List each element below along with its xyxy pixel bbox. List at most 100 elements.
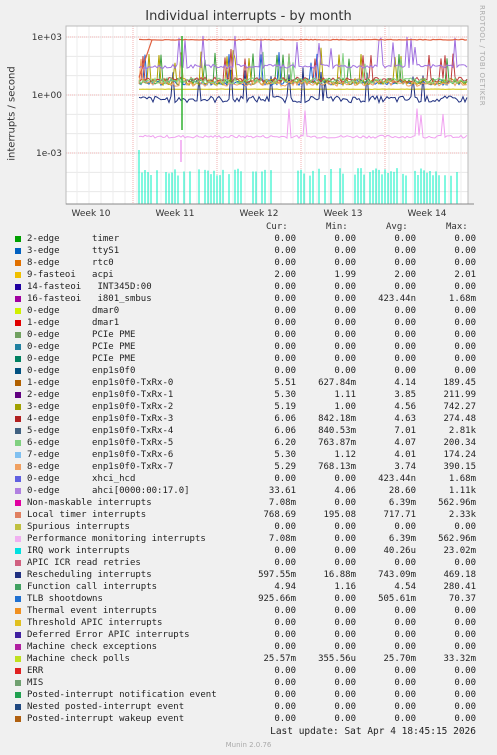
legend-label: Machine check polls xyxy=(27,654,130,664)
last-update: Last update: Sat Apr 4 18:45:15 2026 xyxy=(270,726,476,737)
legend-max: 0.00 xyxy=(454,678,476,688)
legend-max: 70.37 xyxy=(448,594,476,604)
legend-swatch xyxy=(15,308,21,314)
legend-swatch xyxy=(15,284,21,290)
y-tick-label: 1e+00 xyxy=(32,91,63,101)
legend-label: Performance monitoring interrupts xyxy=(27,534,206,544)
legend-swatch xyxy=(15,416,21,422)
legend-max: 274.48 xyxy=(443,414,476,424)
legend-label: 0-edge enp1s0f0 xyxy=(27,366,136,376)
legend-max: 0.00 xyxy=(454,702,476,712)
legend-max: 0.00 xyxy=(454,618,476,628)
legend-swatch xyxy=(15,668,21,674)
legend-label: Deferred Error APIC interrupts xyxy=(27,630,190,640)
legend-max: 0.00 xyxy=(454,246,476,256)
legend-max: 2.33k xyxy=(448,510,476,520)
legend-max: 2.01 xyxy=(454,270,476,280)
legend-max: 23.02m xyxy=(443,546,476,556)
col-header-avg: Avg: xyxy=(386,222,408,232)
x-tick-label: Week 11 xyxy=(156,209,195,219)
legend-swatch xyxy=(15,296,21,302)
legend-swatch xyxy=(15,452,21,458)
chart-svg: 1e+03 1e+00 1e-03 Week 10 Week 11 Week 12 Week… xyxy=(32,25,474,219)
legend-label: Function call interrupts xyxy=(27,582,158,592)
legend-label: 5-edge enp1s0f0-TxRx-4 xyxy=(27,426,174,436)
legend-swatch xyxy=(15,548,21,554)
legend-label: Non-maskable interrupts xyxy=(27,498,152,508)
legend-max: 0.00 xyxy=(454,342,476,352)
legend-swatch xyxy=(15,440,21,446)
legend-label: 8-edge rtc0 xyxy=(27,258,114,268)
legend-label: IRQ work interrupts xyxy=(27,546,130,556)
col-header-min: Min: xyxy=(326,222,348,232)
legend-label: 0-edge PCIe PME xyxy=(27,330,136,340)
legend-swatch xyxy=(15,584,21,590)
legend-swatch xyxy=(15,608,21,614)
legend-label: Nested posted-interrupt event xyxy=(27,702,185,712)
legend-swatch xyxy=(15,392,21,398)
legend-max: 211.99 xyxy=(443,390,476,400)
legend-label: 6-edge enp1s0f0-TxRx-5 xyxy=(27,438,174,448)
legend-swatch xyxy=(15,536,21,542)
legend-swatch xyxy=(15,680,21,686)
x-tick-label: Week 12 xyxy=(240,209,279,219)
legend-swatch xyxy=(15,512,21,518)
x-tick-label: Week 10 xyxy=(72,209,111,219)
legend-label: 16-fasteoi i801_smbus xyxy=(27,294,152,304)
legend-max: 1.68m xyxy=(448,474,476,484)
legend-max: 1.68m xyxy=(448,294,476,304)
legend-max: 742.27 xyxy=(443,402,476,412)
legend-max: 0.00 xyxy=(454,558,476,568)
legend-swatch xyxy=(15,692,21,698)
legend-swatch xyxy=(15,236,21,242)
legend-label: 1-edge dmar1 xyxy=(27,318,120,328)
legend-label: Rescheduling interrupts xyxy=(27,570,152,580)
legend-label: 9-fasteoi acpi xyxy=(27,270,114,280)
legend-swatch xyxy=(15,464,21,470)
legend-label: MIS xyxy=(27,678,44,688)
legend-label: 0-edge xhci_hcd xyxy=(27,474,136,484)
legend-swatch xyxy=(15,524,21,530)
munin-version: Munin 2.0.76 xyxy=(225,741,272,749)
legend-label: ERR xyxy=(27,666,44,676)
legend-max: 562.96m xyxy=(438,498,476,508)
legend-max: 2.81k xyxy=(448,426,476,436)
legend-max: 390.15 xyxy=(443,462,476,472)
legend-swatch xyxy=(15,596,21,602)
legend-max: 280.41 xyxy=(443,582,476,592)
legend-max: 0.00 xyxy=(454,258,476,268)
legend-swatch xyxy=(15,428,21,434)
legend-swatch xyxy=(15,272,21,278)
legend-label: 2-edge timer xyxy=(27,234,120,244)
legend-max: 469.18 xyxy=(443,570,476,580)
legend-label: Posted-interrupt notification event xyxy=(27,690,217,700)
legend-swatch xyxy=(15,476,21,482)
legend-swatch xyxy=(15,560,21,566)
legend-max: 0.00 xyxy=(454,690,476,700)
legend-max: 562.96m xyxy=(438,534,476,544)
legend-max: 1.11k xyxy=(448,486,476,496)
legend-max: 0.00 xyxy=(454,522,476,532)
legend-max: 0.00 xyxy=(454,606,476,616)
legend-label: 0-edge ahci[0000:00:17.0] xyxy=(27,486,190,496)
legend-swatch xyxy=(15,356,21,362)
legend-label: 3-edge enp1s0f0-TxRx-2 xyxy=(27,402,174,412)
legend-label: 4-edge enp1s0f0-TxRx-3 xyxy=(27,414,174,424)
legend-label: 7-edge enp1s0f0-TxRx-6 xyxy=(27,450,174,460)
legend-label: 2-edge enp1s0f0-TxRx-1 xyxy=(27,390,174,400)
legend-swatch xyxy=(15,368,21,374)
legend-swatch xyxy=(15,344,21,350)
legend-swatch xyxy=(15,656,21,662)
series-line xyxy=(138,38,468,41)
legend-label: 8-edge enp1s0f0-TxRx-7 xyxy=(27,462,174,472)
x-tick-label: Week 13 xyxy=(324,209,363,219)
legend-label: 0-edge PCIe PME xyxy=(27,342,136,352)
legend-label: 0-edge PCIe PME xyxy=(27,354,136,364)
legend-swatch xyxy=(15,644,21,650)
legend-max: 0.00 xyxy=(454,630,476,640)
legend-label: Posted-interrupt wakeup event xyxy=(27,714,185,724)
legend-max: 0.00 xyxy=(454,282,476,292)
legend-max: 0.00 xyxy=(454,330,476,340)
legend-max: 0.00 xyxy=(454,234,476,244)
legend-swatch xyxy=(15,248,21,254)
